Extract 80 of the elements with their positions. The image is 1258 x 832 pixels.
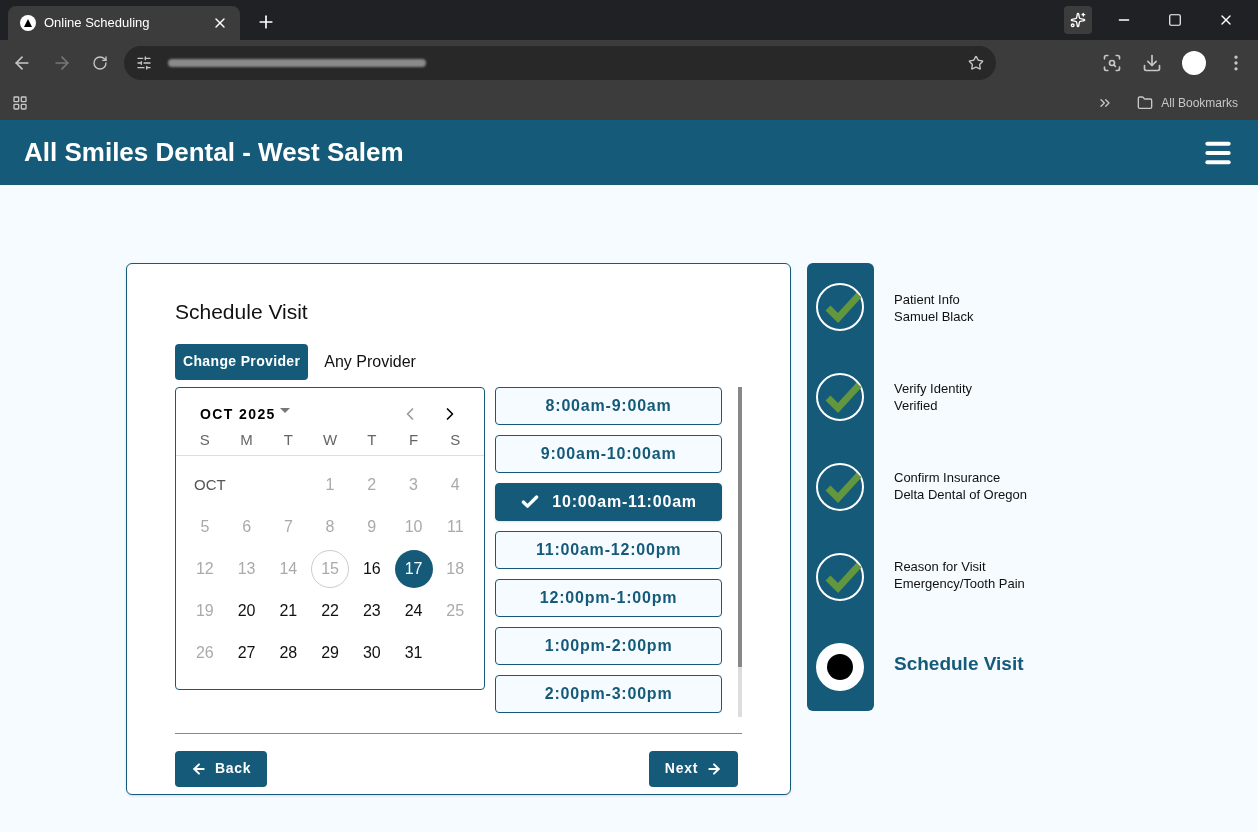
calendar-day[interactable]: 17 [394, 550, 433, 588]
card-title: Schedule Visit [175, 299, 309, 325]
address-bar[interactable] [124, 45, 996, 80]
calendar-day[interactable]: 28 [269, 634, 308, 672]
calendar-day: 11 [436, 508, 475, 546]
step-title: Verify Identity [894, 380, 974, 397]
calendar-day: 25 [436, 592, 475, 630]
sparkle-button[interactable] [1064, 6, 1092, 34]
profile-avatar[interactable] [1182, 50, 1206, 75]
time-slot-button[interactable]: 9:00am-10:00am [495, 434, 723, 473]
calendar-day: 4 [436, 466, 475, 504]
calendar-day[interactable]: 29 [311, 634, 350, 672]
time-slot-button[interactable]: 2:00pm-3:00pm [495, 674, 723, 713]
calendar-day[interactable]: 23 [352, 592, 391, 630]
calendar-day: 10 [394, 508, 433, 546]
calendar-day: 26 [185, 634, 224, 672]
reload-icon[interactable] [92, 54, 108, 71]
calendar-day[interactable]: 20 [227, 592, 266, 630]
step-title: Patient Info [894, 291, 961, 308]
app-logo-icon [20, 15, 36, 31]
calendar-day: 9 [352, 508, 391, 546]
weekday-label: M [240, 429, 253, 450]
weekday-label: S [199, 429, 210, 450]
tab-title: Online Scheduling [44, 14, 151, 33]
back-button[interactable]: Back [175, 750, 268, 787]
step-title: Confirm Insurance [894, 469, 1002, 486]
header-title: All Smiles Dental - West Salem [24, 136, 405, 169]
weekday-label: S [450, 429, 461, 450]
download-icon[interactable] [1142, 52, 1162, 73]
step-detail: Samuel Black [894, 308, 975, 325]
step-title: Schedule Visit [894, 651, 1024, 676]
calendar-day: 5 [185, 508, 224, 546]
calendar-day[interactable]: 16 [352, 550, 391, 588]
calendar-day: 7 [269, 508, 308, 546]
calendar-day[interactable]: 27 [227, 634, 266, 672]
step-title: Reason for Visit [894, 558, 987, 575]
calendar-day: 18 [436, 550, 475, 588]
weekday-label: T [283, 429, 293, 450]
calendar-day: 19 [185, 592, 224, 630]
time-slot-button[interactable]: 1:00pm-2:00pm [495, 626, 723, 665]
weekday-label: T [367, 429, 377, 450]
calendar-day: 8 [311, 508, 350, 546]
provider-tab[interactable]: Any Provider [324, 343, 416, 380]
time-slot-button[interactable]: 12:00pm-1:00pm [495, 578, 723, 617]
bookmarks-label[interactable]: All Bookmarks [1161, 93, 1238, 112]
star-icon[interactable] [968, 54, 984, 71]
next-button[interactable]: Next [648, 750, 738, 787]
calendar-day[interactable]: 21 [269, 592, 308, 630]
step-detail: Delta Dental of Oregon [894, 486, 1027, 503]
calendar-day[interactable]: 22 [311, 592, 350, 630]
month-label: OCT [194, 474, 226, 495]
arrow-left-icon [191, 760, 207, 777]
step-detail: Verified [894, 397, 939, 414]
calendar-day: 13 [227, 550, 266, 588]
sparkle-icon [1070, 12, 1086, 28]
calendar-day[interactable]: 24 [394, 592, 433, 630]
calendar-day: 14 [269, 550, 308, 588]
calendar-day: 12 [185, 550, 224, 588]
time-slot-button[interactable]: 8:00am-9:00am [495, 386, 723, 425]
browser-tab[interactable]: Online Scheduling [8, 6, 240, 40]
dropdown-caret-icon[interactable] [279, 407, 290, 413]
site-settings-icon[interactable] [136, 54, 152, 71]
month-year-selector[interactable]: OCT 2025 [200, 403, 276, 425]
maximize-icon[interactable] [1168, 13, 1182, 27]
time-slot-button[interactable]: 10:00am-11:00am [495, 482, 723, 521]
lens-icon[interactable] [1102, 52, 1122, 73]
weekday-label: F [408, 429, 419, 450]
provider-tab[interactable]: Change Provider [175, 343, 309, 380]
calendar-day: 2 [352, 466, 391, 504]
calendar-day: 1 [311, 466, 350, 504]
step-detail: Emergency/Tooth Pain [894, 575, 1026, 592]
calendar-day[interactable]: 30 [352, 634, 391, 672]
weekday-label: W [323, 429, 338, 450]
time-slot-button[interactable]: 11:00am-12:00pm [495, 530, 723, 569]
folder-icon [1137, 94, 1154, 111]
apps-icon[interactable] [12, 94, 28, 111]
arrow-right-icon [706, 760, 722, 777]
calendar-day[interactable]: 31 [394, 634, 433, 672]
calendar-day: 3 [394, 466, 433, 504]
calendar-day: 6 [227, 508, 266, 546]
